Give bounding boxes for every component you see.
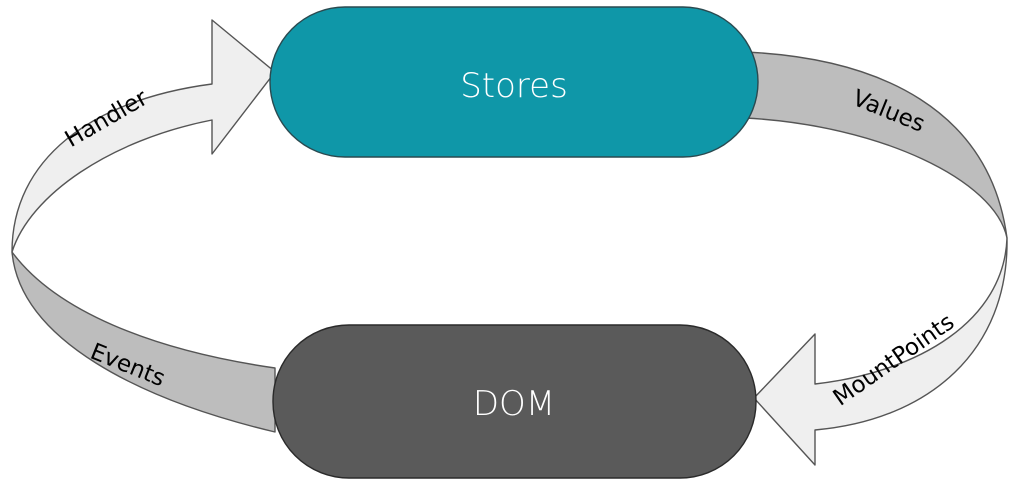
stores-label: Stores bbox=[460, 66, 568, 106]
mountpoints-arrow bbox=[753, 237, 1008, 466]
dom-label: DOM bbox=[473, 384, 555, 424]
values-arrow-band bbox=[744, 51, 1008, 239]
handler-arrow bbox=[11, 19, 276, 253]
data-flow-diagram: Stores DOM Handler Values MountPoints Ev… bbox=[11, 6, 1008, 479]
events-arrow-band bbox=[11, 251, 276, 433]
